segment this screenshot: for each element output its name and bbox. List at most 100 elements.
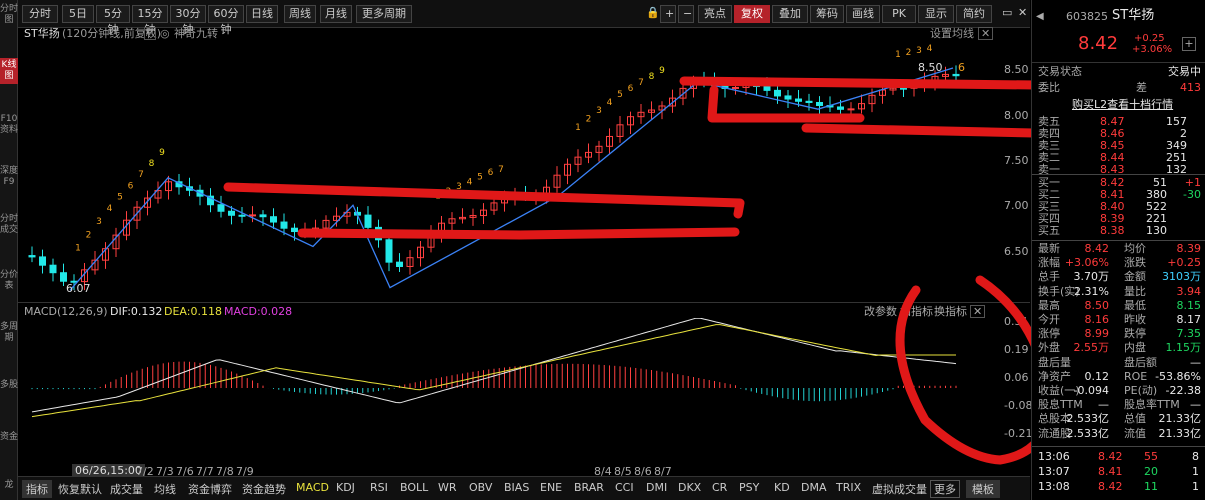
tab-more[interactable]: 更多 xyxy=(930,480,960,498)
macd-chart[interactable] xyxy=(18,318,1030,460)
side-tab-trades[interactable]: 分时成交 xyxy=(0,212,18,238)
trade-status-label: 交易状态 xyxy=(1038,65,1082,78)
period-5day-button[interactable]: 5日 xyxy=(62,5,94,23)
bid-level-label: 买五 xyxy=(1038,224,1060,237)
tab-rsi[interactable]: RSI xyxy=(370,481,388,494)
tab-template[interactable]: 模板 xyxy=(966,480,1000,498)
tick-count: 1 xyxy=(1192,465,1199,478)
side-tab-price-table[interactable]: 分价表 xyxy=(0,268,18,294)
close-icon[interactable]: ✕ xyxy=(1014,5,1028,23)
candle-body xyxy=(28,255,36,258)
period-15min-button[interactable]: 15分钟 xyxy=(132,5,168,36)
tab-kd[interactable]: KD xyxy=(774,481,790,494)
stat-label: 总值 xyxy=(1124,412,1146,426)
tab-volume[interactable]: 成交量 xyxy=(110,481,143,497)
tab-trix[interactable]: TRIX xyxy=(836,481,861,494)
macd-tick: 0.31 xyxy=(1004,315,1029,328)
candle-body xyxy=(280,221,288,229)
period-timeshare-button[interactable]: 分时 xyxy=(22,5,58,23)
add-indicator-button[interactable]: 加指标 xyxy=(900,306,933,317)
stat-label: 涨幅 xyxy=(1038,256,1060,270)
divider xyxy=(1032,174,1205,175)
edit-params-button[interactable]: 改参数 xyxy=(864,306,897,317)
tab-bias[interactable]: BIAS xyxy=(504,481,529,494)
candle-body xyxy=(228,210,235,216)
overlay-button[interactable]: 叠加 xyxy=(772,5,808,23)
tab-indicator[interactable]: 指标 xyxy=(22,480,52,498)
level2-link[interactable]: 购买L2查看十档行情 xyxy=(1072,99,1173,111)
tab-brar[interactable]: BRAR xyxy=(574,481,604,494)
stat-label: 今开 xyxy=(1038,313,1060,326)
tab-cr[interactable]: CR xyxy=(712,481,727,494)
simple-mode-button[interactable]: 简约 xyxy=(956,5,992,23)
tab-dmi[interactable]: DMI xyxy=(646,481,667,494)
tab-wr[interactable]: WR xyxy=(438,481,457,494)
tab-ene[interactable]: ENE xyxy=(540,481,562,494)
period-30min-button[interactable]: 30分钟 xyxy=(170,5,206,36)
period-month-button[interactable]: 月线 xyxy=(320,5,352,23)
tab-virtual-volume[interactable]: 虚拟成交量 xyxy=(872,481,927,497)
stat-value: 0.12 xyxy=(1084,369,1110,383)
tab-restore-default[interactable]: 恢复默认 xyxy=(58,481,102,497)
side-tab-dragon[interactable]: 龙 xyxy=(0,478,18,493)
side-tab-multi-stock[interactable]: 多股 xyxy=(0,378,18,393)
tab-boll[interactable]: BOLL xyxy=(400,481,428,494)
tab-psy[interactable]: PSY xyxy=(739,481,759,494)
side-tab-depth[interactable]: 深度F9 xyxy=(0,164,18,190)
candle-body xyxy=(805,100,813,103)
zoom-in-button[interactable]: + xyxy=(660,5,676,23)
tab-obv[interactable]: OBV xyxy=(469,481,492,494)
stat-label: 股息率TTM xyxy=(1124,398,1180,412)
adjust-button[interactable]: 复权 xyxy=(734,5,770,23)
highlight-button[interactable]: 亮点 xyxy=(698,5,732,23)
tab-dkx[interactable]: DKX xyxy=(678,481,701,494)
tab-dma[interactable]: DMA xyxy=(801,481,827,494)
back-icon[interactable]: ◀ xyxy=(1036,11,1044,23)
more-periods-button[interactable]: 更多周期 xyxy=(356,5,412,23)
stat-value: 1.15万 xyxy=(1165,341,1202,355)
period-day-button[interactable]: 日线 xyxy=(246,5,278,23)
ma-settings-link[interactable]: 设置均线 xyxy=(930,28,974,39)
window-icon[interactable]: ▭ xyxy=(998,5,1012,23)
chips-button[interactable]: 筹码 xyxy=(810,5,844,23)
side-tab-f10[interactable]: F10资料 xyxy=(0,112,18,138)
close-small-icon[interactable]: ✕ xyxy=(978,27,994,40)
pk-button[interactable]: PK xyxy=(882,5,916,23)
side-tab-multi-period[interactable]: 多周期 xyxy=(0,320,18,346)
tab-macd[interactable]: MACD xyxy=(296,481,329,494)
nine-turn-number: 4 xyxy=(107,204,113,214)
nine-turn-count: 6 xyxy=(958,61,965,74)
side-tab-kline[interactable]: K线图 xyxy=(0,58,18,84)
kline-chart[interactable]: 1234567891 2 3 4 5 6 71234567891 2 3 4 xyxy=(18,40,1030,302)
tab-fund-game[interactable]: 资金博弈 xyxy=(188,481,232,497)
tab-cci[interactable]: CCI xyxy=(615,481,634,494)
stat-label: 内盘 xyxy=(1124,341,1146,355)
zoom-out-button[interactable]: − xyxy=(678,5,694,23)
tab-kdj[interactable]: KDJ xyxy=(336,481,355,494)
lock-icon[interactable]: 🔒 xyxy=(642,5,660,23)
side-tab-timeshare[interactable]: 分时图 xyxy=(0,2,18,28)
candle-body xyxy=(900,87,907,90)
low-price-label: 6.07 xyxy=(66,282,91,295)
nine-turn-number: 7 xyxy=(638,78,644,88)
top-toolbar: 分时 5日 5分钟 15分钟 30分钟 60分钟 日线 周线 月线 更多周期 🔒… xyxy=(18,0,1030,36)
side-tab-strip: 分时图 K线图 F10资料 深度F9 分时成交 分价表 多周期 多股 资金 龙 xyxy=(0,0,18,500)
add-watchlist-button[interactable]: + xyxy=(1182,37,1196,51)
period-week-button[interactable]: 周线 xyxy=(284,5,316,23)
nine-turn-icon[interactable]: ◎ xyxy=(160,28,170,39)
stat-label: PE(动) xyxy=(1124,384,1158,397)
close-macd-icon[interactable]: ✕ xyxy=(970,305,986,318)
period-60min-button[interactable]: 60分钟 xyxy=(208,5,244,36)
tab-fund-trend[interactable]: 资金趋势 xyxy=(242,481,286,497)
tab-ma[interactable]: 均线 xyxy=(154,481,176,497)
display-button[interactable]: 显示 xyxy=(918,5,954,23)
tick-volume: 11 xyxy=(1144,480,1158,493)
candle-body xyxy=(60,272,67,282)
help-icon[interactable]: ? xyxy=(144,27,156,40)
side-tab-funds[interactable]: 资金 xyxy=(0,430,18,445)
draw-button[interactable]: 画线 xyxy=(846,5,880,23)
stat-label: 盘后额 xyxy=(1124,355,1157,369)
switch-indicator-button[interactable]: 换指标 xyxy=(934,306,967,317)
nine-turn-number: 4 xyxy=(467,177,473,187)
period-5min-button[interactable]: 5分钟 xyxy=(96,5,130,36)
